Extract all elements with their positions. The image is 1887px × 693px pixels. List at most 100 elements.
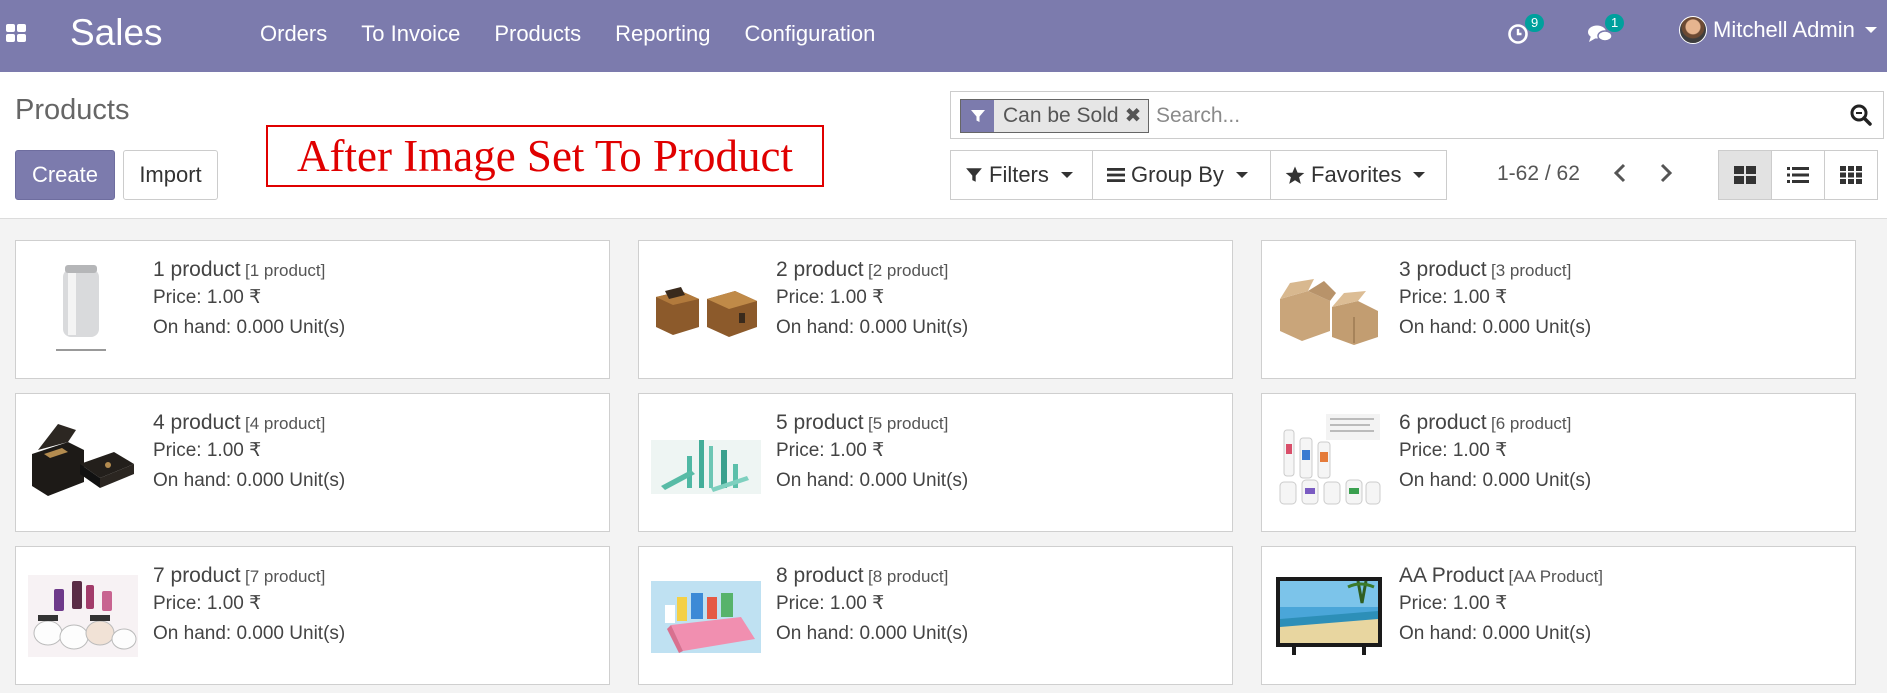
product-card[interactable]: 3 product [3 product] Price: 1.00 ₹ On h…: [1261, 240, 1856, 379]
kanban-view-button[interactable]: [1718, 150, 1772, 200]
product-name: 6 product: [1399, 411, 1487, 434]
activity-systray[interactable]: 9: [1507, 0, 1545, 72]
product-code: [7 product]: [245, 567, 326, 586]
search-input[interactable]: [1156, 98, 1836, 134]
product-onhand: On hand: 0.000 Unit(s): [153, 470, 346, 491]
kanban-view: 1 product [1 product] Price: 1.00 ₹ On h…: [0, 219, 1887, 693]
search-icon[interactable]: [1849, 103, 1873, 132]
menu-to-invoice[interactable]: To Invoice: [344, 21, 477, 47]
activity-count-badge: 9: [1525, 13, 1545, 32]
menu-reporting[interactable]: Reporting: [598, 21, 727, 47]
menu-products[interactable]: Products: [477, 21, 598, 47]
product-name: 2 product: [776, 258, 864, 281]
product-price: Price: 1.00 ₹: [153, 287, 262, 308]
product-onhand: On hand: 0.000 Unit(s): [776, 317, 969, 338]
messaging-systray[interactable]: 1: [1587, 0, 1625, 72]
product-name: 4 product: [153, 411, 241, 434]
star-icon: [1285, 166, 1305, 184]
product-image: [1276, 577, 1382, 655]
product-image: [56, 265, 106, 351]
favorites-label: Favorites: [1311, 162, 1402, 187]
annotation-label: After Image Set To Product: [266, 125, 824, 187]
menu-configuration[interactable]: Configuration: [728, 21, 893, 47]
product-image: [651, 440, 761, 494]
menu-orders[interactable]: Orders: [260, 21, 344, 47]
product-name: 8 product: [776, 564, 864, 587]
main-menu: Orders To Invoice Products Reporting Con…: [260, 21, 892, 47]
kanban-icon: [1734, 166, 1756, 184]
product-code: [8 product]: [868, 567, 949, 586]
messaging-button[interactable]: 1: [1587, 13, 1625, 50]
product-card[interactable]: 6 product [6 product] Price: 1.00 ₹ On h…: [1261, 393, 1856, 532]
product-price: Price: 1.00 ₹: [1399, 287, 1508, 308]
product-onhand: On hand: 0.000 Unit(s): [1399, 470, 1592, 491]
user-menu[interactable]: Mitchell Admin: [1679, 16, 1877, 44]
product-image: [656, 287, 757, 337]
product-card[interactable]: 7 product [7 product] Price: 1.00 ₹ On h…: [15, 546, 610, 685]
product-image: [651, 581, 761, 653]
product-name: 7 product: [153, 564, 241, 587]
caret-down-icon: [1413, 172, 1426, 178]
product-code: [6 product]: [1491, 414, 1572, 433]
breadcrumb: Products: [15, 94, 130, 126]
user-avatar: [1679, 16, 1707, 44]
product-name: 5 product: [776, 411, 864, 434]
import-button[interactable]: Import: [123, 150, 218, 200]
facet-label: Can be Sold: [1003, 104, 1119, 127]
filters-label: Filters: [989, 162, 1049, 187]
product-onhand: On hand: 0.000 Unit(s): [776, 623, 969, 644]
search-facet: Can be Sold ✖: [960, 99, 1150, 133]
product-name: 3 product: [1399, 258, 1487, 281]
product-onhand: On hand: 0.000 Unit(s): [153, 623, 346, 644]
group-by-label: Group By: [1131, 162, 1224, 187]
remove-facet-icon[interactable]: ✖: [1125, 100, 1149, 132]
product-price: Price: 1.00 ₹: [776, 287, 885, 308]
product-code: [5 product]: [868, 414, 949, 433]
pager-next-button[interactable]: [1651, 158, 1681, 188]
app-brand[interactable]: Sales: [70, 12, 163, 54]
product-card[interactable]: 5 product [5 product] Price: 1.00 ₹ On h…: [638, 393, 1233, 532]
create-button[interactable]: Create: [15, 150, 115, 200]
search-bar: Can be Sold ✖: [950, 91, 1884, 139]
product-card[interactable]: AA Product [AA Product] Price: 1.00 ₹ On…: [1261, 546, 1856, 685]
product-code: [4 product]: [245, 414, 326, 433]
product-card[interactable]: 4 product [4 product] Price: 1.00 ₹ On h…: [15, 393, 610, 532]
product-card[interactable]: 2 product [2 product] Price: 1.00 ₹ On h…: [638, 240, 1233, 379]
bars-icon: [1107, 168, 1125, 182]
list-icon: [1787, 167, 1809, 183]
list-view-button[interactable]: [1771, 150, 1825, 200]
product-name: AA Product: [1399, 564, 1505, 587]
pager-value[interactable]: 1-62 / 62: [1497, 162, 1580, 186]
messages-count-badge: 1: [1605, 13, 1625, 32]
top-navbar: Sales Orders To Invoice Products Reporti…: [0, 0, 1887, 72]
filter-icon: [966, 168, 982, 182]
product-code: [3 product]: [1491, 261, 1572, 280]
grid-view-button[interactable]: [1824, 150, 1878, 200]
apps-menu-icon[interactable]: [6, 24, 26, 42]
product-card[interactable]: 1 product [1 product] Price: 1.00 ₹ On h…: [15, 240, 610, 379]
product-onhand: On hand: 0.000 Unit(s): [1399, 623, 1592, 644]
pager-previous-button[interactable]: [1605, 158, 1635, 188]
product-price: Price: 1.00 ₹: [776, 593, 885, 614]
user-name: Mitchell Admin: [1713, 17, 1855, 42]
filter-icon: [961, 100, 994, 132]
caret-down-icon: [1235, 172, 1248, 178]
caret-down-icon: [1060, 172, 1073, 178]
product-image: [1279, 414, 1381, 505]
group-by-dropdown[interactable]: Group By: [1092, 150, 1270, 200]
chevron-right-icon: [1660, 163, 1673, 183]
product-price: Price: 1.00 ₹: [153, 593, 262, 614]
grid-icon: [1840, 166, 1862, 184]
product-code: [2 product]: [868, 261, 949, 280]
product-code: [1 product]: [245, 261, 326, 280]
product-card[interactable]: 8 product [8 product] Price: 1.00 ₹ On h…: [638, 546, 1233, 685]
product-code: [AA Product]: [1508, 567, 1604, 586]
view-switcher: [1718, 150, 1878, 200]
product-onhand: On hand: 0.000 Unit(s): [1399, 317, 1592, 338]
product-image: [1280, 279, 1378, 345]
filters-dropdown[interactable]: Filters: [950, 150, 1093, 200]
favorites-dropdown[interactable]: Favorites: [1270, 150, 1447, 200]
control-panel: Products Create Import After Image Set T…: [0, 72, 1887, 219]
product-price: Price: 1.00 ₹: [776, 440, 885, 461]
activity-button[interactable]: 9: [1507, 13, 1545, 50]
